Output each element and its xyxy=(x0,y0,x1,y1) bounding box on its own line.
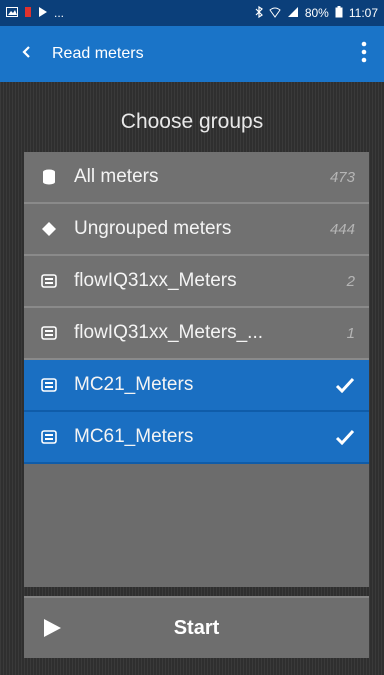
app-notification-icon xyxy=(24,6,32,21)
main-content: Choose groups All meters 473 Ungrouped met… xyxy=(0,82,384,675)
battery-percentage: 80% xyxy=(304,6,329,20)
meter-group-icon xyxy=(38,374,60,396)
play-notification-icon xyxy=(38,6,48,21)
checkmark-icon xyxy=(333,429,355,445)
group-count: 444 xyxy=(329,220,355,238)
meter-group-icon xyxy=(38,270,60,292)
group-label: Ungrouped meters xyxy=(74,218,232,239)
meter-group-icon xyxy=(38,322,60,344)
more-vertical-icon xyxy=(361,41,367,68)
battery-icon xyxy=(335,5,343,21)
group-row[interactable]: flowIQ31xx_Meters_... 1 xyxy=(24,308,369,360)
start-button-label: Start xyxy=(173,616,220,639)
play-icon xyxy=(24,617,80,639)
signal-icon xyxy=(287,6,299,21)
group-count: 473 xyxy=(329,168,355,186)
status-more-text: ... xyxy=(54,6,65,20)
chevron-left-icon xyxy=(21,45,31,64)
group-label: MC21_Meters xyxy=(74,374,194,395)
status-left: ... xyxy=(6,6,64,21)
clock: 11:07 xyxy=(348,6,378,20)
group-count: 2 xyxy=(346,272,355,290)
group-label: All meters xyxy=(74,166,159,187)
back-button[interactable] xyxy=(0,26,52,82)
status-right: 80% 11:07 xyxy=(255,5,378,21)
page-title: Read meters xyxy=(52,45,144,62)
group-label: flowIQ31xx_Meters_... xyxy=(74,322,264,343)
group-row[interactable]: MC61_Meters xyxy=(24,412,369,464)
group-label: flowIQ31xx_Meters xyxy=(74,270,237,291)
section-heading: Choose groups xyxy=(120,110,264,133)
bluetooth-icon xyxy=(255,5,263,21)
checkmark-icon xyxy=(333,377,355,393)
overflow-menu-button[interactable] xyxy=(344,26,384,82)
app-bar: Read meters xyxy=(0,26,384,82)
diamond-icon xyxy=(38,218,60,240)
group-row[interactable]: Ungrouped meters 444 xyxy=(24,204,369,256)
group-list: All meters 473 Ungrouped meters 444 flowIQ31… xyxy=(24,152,369,587)
group-row[interactable]: All meters 473 xyxy=(24,152,369,204)
group-row[interactable]: MC21_Meters xyxy=(24,360,369,412)
database-icon xyxy=(38,166,60,188)
group-row[interactable]: flowIQ31xx_Meters 2 xyxy=(24,256,369,308)
image-notification-icon xyxy=(6,6,18,20)
group-count: 1 xyxy=(346,324,355,342)
meter-group-icon xyxy=(38,426,60,448)
group-label: MC61_Meters xyxy=(74,426,194,447)
wifi-icon xyxy=(269,6,281,21)
start-button[interactable]: Start xyxy=(24,596,369,658)
status-bar: ... 80% 11:07 xyxy=(0,0,384,26)
